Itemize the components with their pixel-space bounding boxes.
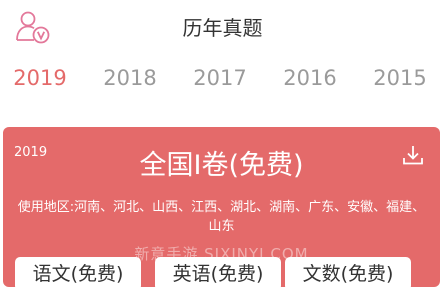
tab-2018[interactable]: 2018 — [103, 66, 156, 90]
card-regions: 使用地区:河南、河北、山西、江西、湖北、湖南、广东、安徽、福建、山东 — [17, 200, 426, 234]
tab-2016[interactable]: 2016 — [283, 66, 336, 90]
tab-2017[interactable]: 2017 — [193, 66, 246, 90]
card-title: 全国I卷(免费) — [139, 150, 304, 181]
subject-button-chinese[interactable]: 语文(免费) — [15, 257, 141, 291]
year-tabs: 2019 2018 2017 2016 2015 — [0, 66, 445, 104]
tab-2019[interactable]: 2019 — [13, 66, 66, 90]
subject-button-math[interactable]: 文数(免费) — [285, 257, 411, 291]
exam-paper-card[interactable]: 2019 全国I卷(免费) 使用地区:河南、河北、山西、江西、湖北、湖南、广东、… — [3, 127, 440, 291]
subject-button-english[interactable]: 英语(免费) — [155, 257, 281, 291]
tab-2015[interactable]: 2015 — [373, 66, 426, 90]
download-icon[interactable] — [402, 143, 424, 167]
page-title: 历年真题 — [182, 16, 263, 40]
header-bar: 历年真题 — [0, 0, 445, 52]
